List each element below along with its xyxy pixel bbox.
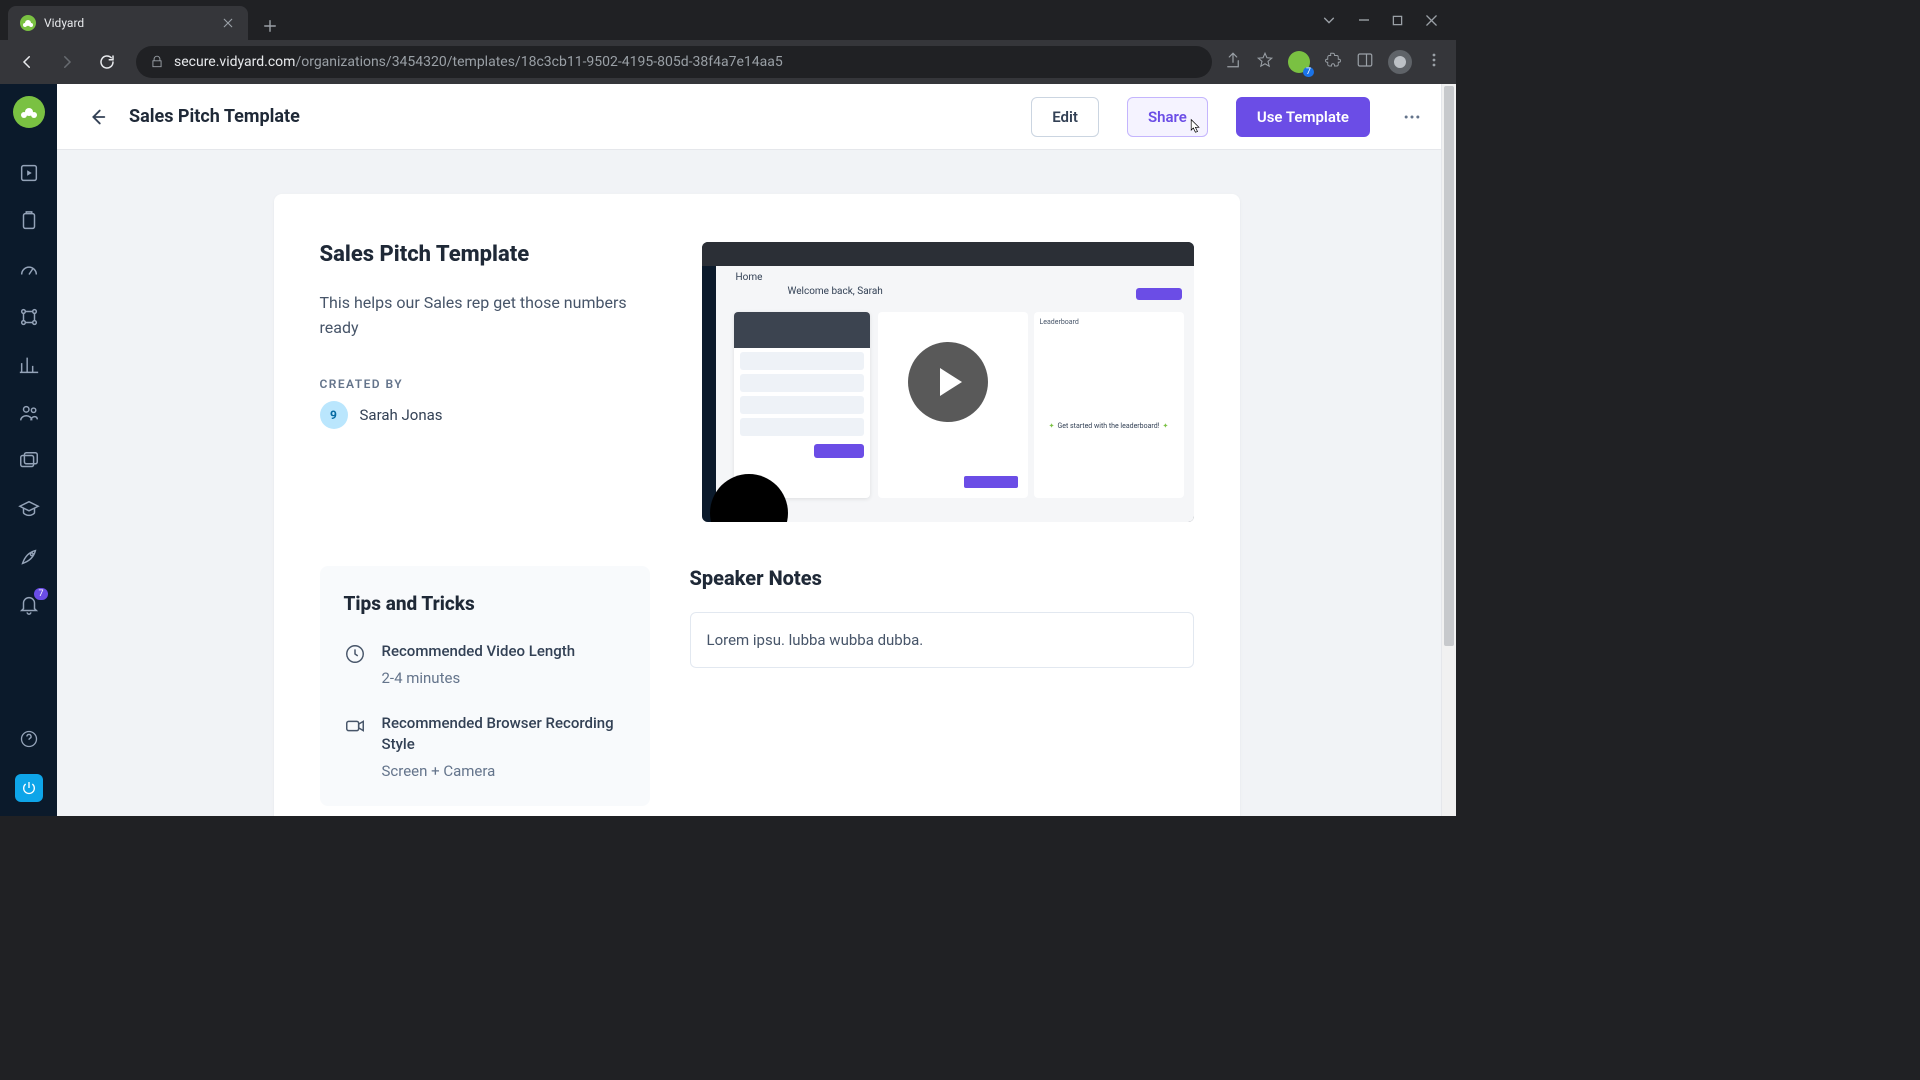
template-description: This helps our Sales rep get those numbe… — [320, 291, 662, 341]
clock-icon — [344, 643, 368, 667]
app-viewport: 7 Sales Pitch Template Edit Share Use Te… — [0, 84, 1456, 816]
speaker-notes-section: Speaker Notes Lorem ipsu. lubba wubba du… — [690, 566, 1194, 668]
window-controls — [1322, 0, 1456, 40]
back-button[interactable] — [83, 103, 111, 131]
browser-tab[interactable]: Vidyard — [8, 6, 248, 40]
url-text: secure.vidyard.com/organizations/3454320… — [174, 54, 783, 70]
app-main: Sales Pitch Template Edit Share Use Temp… — [57, 84, 1456, 816]
nav-back-button[interactable] — [10, 45, 44, 79]
chrome-menu-icon[interactable] — [1426, 52, 1442, 72]
address-bar[interactable]: secure.vidyard.com/organizations/3454320… — [136, 46, 1212, 78]
nav-library-icon[interactable] — [16, 160, 42, 186]
edit-button[interactable]: Edit — [1031, 97, 1099, 137]
share-page-icon[interactable] — [1224, 51, 1242, 73]
tips-panel: Tips and Tricks Recommended Video Length… — [320, 566, 650, 806]
nav-academy-icon[interactable] — [16, 496, 42, 522]
tip-label: Recommended Browser Recording Style — [382, 713, 626, 754]
page-title: Sales Pitch Template — [129, 106, 300, 127]
use-template-button[interactable]: Use Template — [1236, 97, 1370, 137]
template-title: Sales Pitch Template — [320, 242, 662, 267]
nav-notifications-icon[interactable]: 7 — [16, 592, 42, 618]
tips-heading: Tips and Tricks — [344, 592, 626, 615]
vidyard-logo-icon[interactable] — [13, 96, 45, 128]
template-meta: Sales Pitch Template This helps our Sale… — [320, 242, 662, 522]
more-actions-button[interactable] — [1394, 99, 1430, 135]
scrollbar-thumb[interactable] — [1444, 86, 1454, 646]
page-header: Sales Pitch Template Edit Share Use Temp… — [57, 84, 1456, 150]
tip-row: Recommended Browser Recording Style Scre… — [344, 713, 626, 780]
template-card: Sales Pitch Template This helps our Sale… — [274, 194, 1240, 816]
creator-row: 9 Sarah Jonas — [320, 401, 662, 429]
extensions-puzzle-icon[interactable] — [1324, 51, 1342, 73]
window-maximize-icon[interactable] — [1392, 15, 1403, 26]
vidyard-extension-icon[interactable] — [1288, 51, 1310, 73]
profile-avatar-icon[interactable] — [1388, 50, 1412, 74]
tip-row: Recommended Video Length 2-4 minutes — [344, 641, 626, 687]
new-tab-button[interactable] — [256, 12, 284, 40]
nav-integrations-icon[interactable] — [16, 304, 42, 330]
share-button[interactable]: Share — [1127, 97, 1208, 137]
speaker-notes-body: Lorem ipsu. lubba wubba dubba. — [690, 612, 1194, 668]
nav-help-icon[interactable] — [16, 726, 42, 752]
nav-reload-button[interactable] — [90, 45, 124, 79]
thumb-home-label: Home — [736, 272, 763, 283]
thumb-welcome-text: Welcome back, Sarah — [788, 286, 883, 297]
content-area[interactable]: Sales Pitch Template This helps our Sale… — [57, 150, 1456, 816]
play-button-icon[interactable] — [908, 342, 988, 422]
nav-channels-icon[interactable] — [16, 448, 42, 474]
speaker-notes-heading: Speaker Notes — [690, 566, 1194, 590]
nav-team-icon[interactable] — [16, 400, 42, 426]
nav-rocket-icon[interactable] — [16, 544, 42, 570]
nav-power-icon[interactable] — [15, 774, 43, 802]
thumb-onboarding-panel — [734, 312, 870, 498]
browser-tabstrip: Vidyard — [0, 0, 1456, 40]
nav-gauge-icon[interactable] — [16, 256, 42, 282]
lock-icon — [150, 55, 164, 69]
nav-clipboard-icon[interactable] — [16, 208, 42, 234]
vertical-scrollbar[interactable] — [1441, 84, 1456, 816]
bookmark-star-icon[interactable] — [1256, 51, 1274, 73]
thumb-new-video-button — [1136, 288, 1182, 300]
tab-close-icon[interactable] — [220, 15, 236, 31]
browser-toolbar: secure.vidyard.com/organizations/3454320… — [0, 40, 1456, 84]
side-panel-icon[interactable] — [1356, 51, 1374, 73]
camera-icon — [344, 715, 368, 739]
tab-title: Vidyard — [44, 16, 212, 30]
video-thumbnail[interactable]: Home Welcome back, Sarah — [702, 242, 1194, 522]
vidyard-favicon — [20, 15, 36, 31]
created-by-label: CREATED BY — [320, 377, 662, 391]
tip-label: Recommended Video Length — [382, 641, 576, 661]
nav-analytics-icon[interactable] — [16, 352, 42, 378]
creator-avatar: 9 — [320, 401, 348, 429]
creator-name: Sarah Jonas — [360, 406, 443, 424]
tip-value: Screen + Camera — [382, 762, 626, 780]
tip-value: 2-4 minutes — [382, 669, 576, 687]
app-sidebar: 7 — [0, 84, 57, 816]
window-close-icon[interactable] — [1425, 14, 1438, 27]
tabs-dropdown-icon[interactable] — [1322, 13, 1336, 27]
thumb-leaderboard-panel: Leaderboard Get started with the leaderb… — [1034, 312, 1184, 498]
notifications-badge: 7 — [34, 588, 47, 600]
toolbar-right-icons — [1224, 50, 1446, 74]
window-minimize-icon[interactable] — [1358, 14, 1370, 26]
nav-forward-button — [50, 45, 84, 79]
